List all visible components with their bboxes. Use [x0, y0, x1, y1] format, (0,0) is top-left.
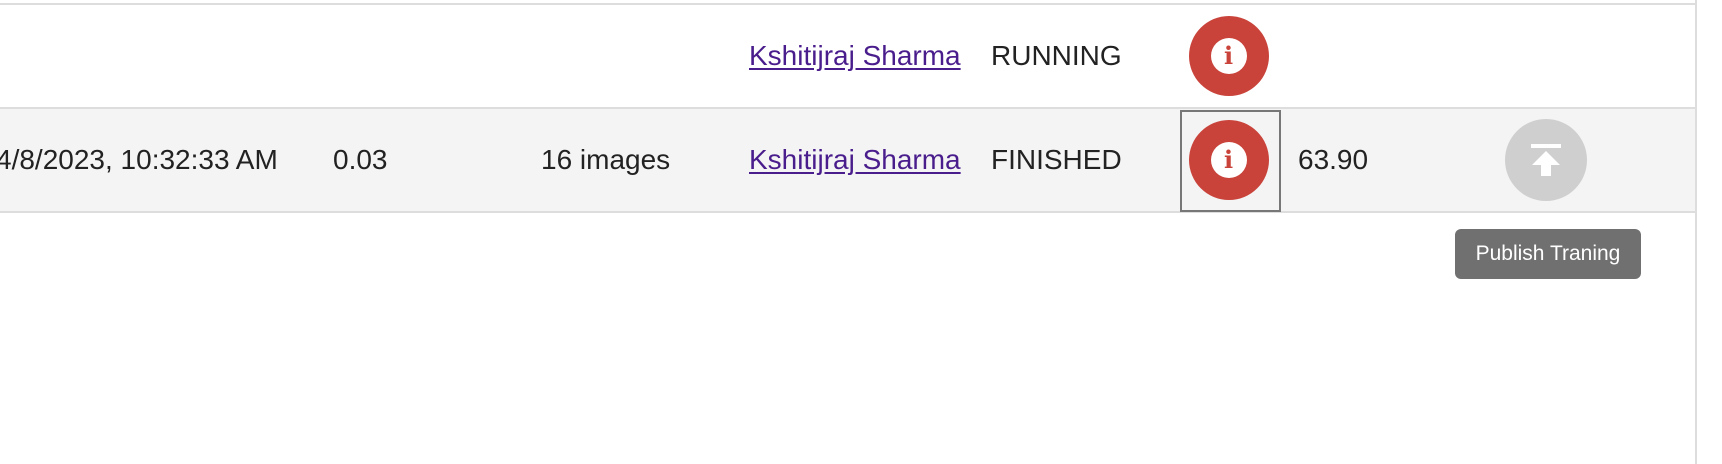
info-icon: i — [1210, 38, 1247, 74]
training-table: Kshitijraj Sharma RUNNING i 4/8/2023, 10… — [0, 0, 1722, 464]
info-button[interactable]: i — [1188, 120, 1269, 200]
table-right-border — [1695, 0, 1697, 464]
user-link[interactable]: Kshitijraj Sharma — [749, 144, 961, 176]
cell-status: RUNNING — [991, 40, 1122, 71]
cell-loss: 0.03 — [333, 144, 388, 175]
info-icon: i — [1210, 142, 1247, 178]
publish-upload-icon — [1531, 144, 1561, 176]
cell-score: 63.90 — [1298, 144, 1369, 175]
publish-training-button[interactable] — [1505, 119, 1587, 201]
table-row: 4/8/2023, 10:32:33 AM 0.03 16 images Ksh… — [0, 109, 1695, 213]
user-link[interactable]: Kshitijraj Sharma — [749, 40, 961, 72]
cell-status: FINISHED — [991, 144, 1122, 175]
cell-date: 4/8/2023, 10:32:33 AM — [0, 144, 278, 175]
info-button[interactable]: i — [1188, 16, 1269, 96]
cell-images: 16 images — [541, 144, 671, 175]
cell-publish — [1505, 109, 1587, 211]
cell-info: i — [1178, 5, 1279, 107]
cell-user: Kshitijraj Sharma — [749, 5, 961, 107]
publish-tooltip: Publish Traning — [1455, 229, 1641, 279]
cell-user: Kshitijraj Sharma — [749, 109, 961, 211]
table-row: Kshitijraj Sharma RUNNING i — [0, 5, 1695, 109]
cell-info: i — [1178, 109, 1279, 211]
